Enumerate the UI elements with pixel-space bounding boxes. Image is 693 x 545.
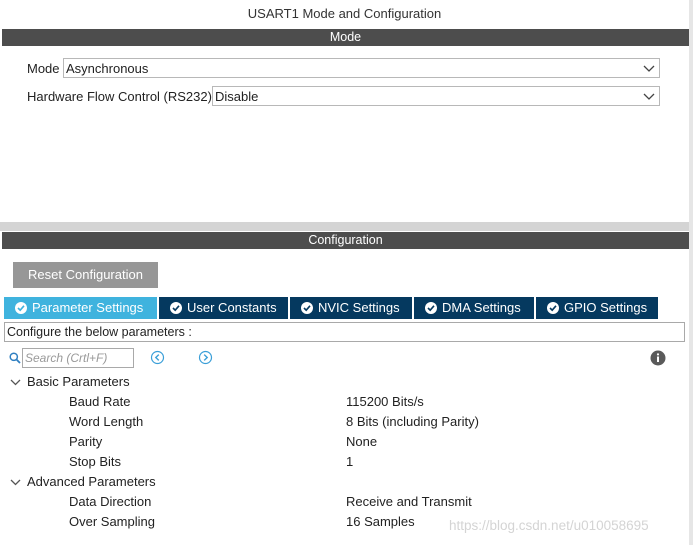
param-value[interactable]: None <box>346 432 377 452</box>
mode-select-value: Asynchronous <box>66 61 149 76</box>
tab-label: User Constants <box>187 300 277 315</box>
check-circle-icon <box>170 302 182 314</box>
window-title: USART1 Mode and Configuration <box>247 6 442 21</box>
mode-label: Mode <box>27 61 60 76</box>
watermark: https://blog.csdn.net/u010058695 <box>449 518 649 533</box>
check-circle-icon <box>301 302 313 314</box>
circle-arrow-right-icon[interactable] <box>198 350 213 365</box>
info-icon[interactable] <box>650 350 666 366</box>
search-icon <box>9 352 21 364</box>
tab-label: DMA Settings <box>442 300 521 315</box>
circle-arrow-left-icon[interactable] <box>150 350 165 365</box>
check-circle-icon <box>15 302 27 314</box>
chevron-down-icon[interactable] <box>10 477 21 488</box>
tab-nvic-settings[interactable]: NVIC Settings <box>290 297 412 319</box>
tab-label: GPIO Settings <box>564 300 648 315</box>
instructions-text: Configure the below parameters : <box>4 322 685 342</box>
param-value[interactable]: 16 Samples <box>346 512 415 532</box>
tab-label: NVIC Settings <box>318 300 400 315</box>
reset-configuration-button[interactable]: Reset Configuration <box>13 262 158 288</box>
chevron-down-icon[interactable] <box>10 377 21 388</box>
param-value[interactable]: 8 Bits (including Parity) <box>346 412 479 432</box>
chevron-down-icon <box>643 65 655 72</box>
group-basic-parameters[interactable]: Basic Parameters <box>27 372 130 392</box>
param-name: Word Length <box>69 414 144 429</box>
scrollbar-track[interactable] <box>689 0 693 545</box>
mode-section-header: Mode <box>2 29 689 46</box>
tab-dma-settings[interactable]: DMA Settings <box>414 297 534 319</box>
tab-label: Parameter Settings <box>32 300 144 315</box>
configuration-section-header: Configuration <box>2 232 689 249</box>
param-value[interactable]: Receive and Transmit <box>346 492 472 512</box>
chevron-down-icon <box>643 93 655 100</box>
panel-divider[interactable] <box>0 222 689 231</box>
param-value[interactable]: 1 <box>346 452 353 472</box>
group-advanced-parameters[interactable]: Advanced Parameters <box>27 472 156 492</box>
tab-user-constants[interactable]: User Constants <box>159 297 288 319</box>
param-name: Data Direction <box>69 494 152 509</box>
param-name: Stop Bits <box>69 454 122 469</box>
check-circle-icon <box>547 302 559 314</box>
param-name: Baud Rate <box>69 394 131 409</box>
param-name: Parity <box>69 434 103 449</box>
flow-control-select-value: Disable <box>215 89 259 104</box>
flow-control-select[interactable]: Disable <box>212 86 660 106</box>
tab-gpio-settings[interactable]: GPIO Settings <box>536 297 658 319</box>
mode-select[interactable]: Asynchronous <box>63 58 660 78</box>
param-name: Over Sampling <box>69 514 155 529</box>
flow-control-label: Hardware Flow Control (RS232) <box>27 89 212 104</box>
check-circle-icon <box>425 302 437 314</box>
param-value[interactable]: 115200 Bits/s <box>346 392 424 412</box>
search-input[interactable] <box>22 348 134 368</box>
tab-parameter-settings[interactable]: Parameter Settings <box>4 297 157 319</box>
